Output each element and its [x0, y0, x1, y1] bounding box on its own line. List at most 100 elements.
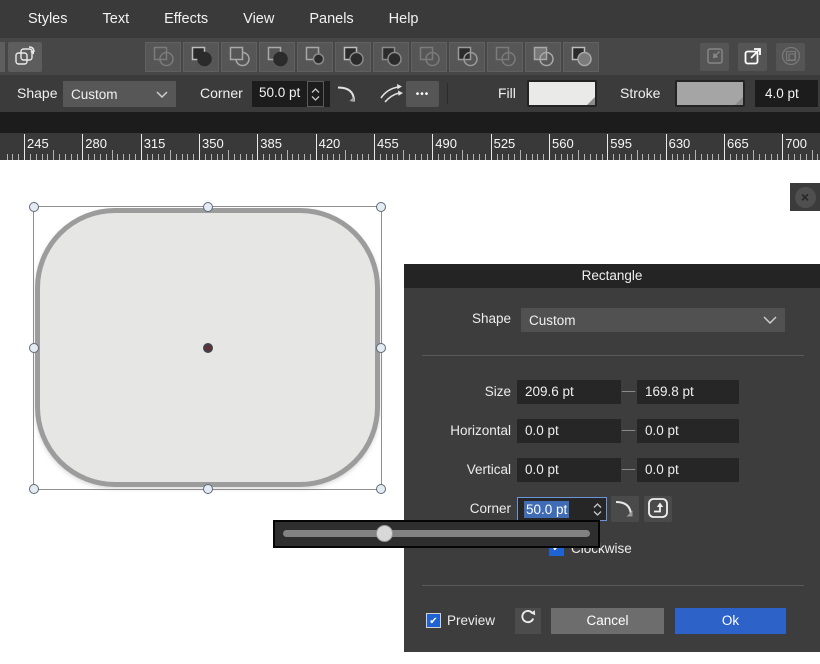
fill-label: Fill: [498, 85, 516, 101]
corner-type-button[interactable]: [611, 496, 639, 522]
context-toolbar: Shape Custom Corner 50.0 pt: [0, 75, 820, 112]
horizontal-label: Horizontal: [404, 423, 511, 438]
selection-handle[interactable]: [203, 484, 213, 494]
select-duplicates-button[interactable]: [776, 43, 805, 71]
geometry-op-3-icon: [227, 44, 251, 71]
corner-spinfield[interactable]: 50.0 pt: [252, 81, 330, 107]
dialog-title[interactable]: Rectangle: [404, 264, 820, 288]
corner-type-button[interactable]: [333, 81, 363, 107]
geometry-op-7-button[interactable]: [373, 42, 409, 72]
menubar: Styles Text Effects View Panels Help: [0, 0, 820, 38]
geometry-op-2-button[interactable]: [183, 42, 219, 72]
vertical-field-2[interactable]: 0.0 pt: [637, 458, 739, 482]
menu-panels[interactable]: Panels: [309, 11, 353, 27]
menu-view[interactable]: View: [243, 11, 274, 27]
ruler-label: 525: [494, 136, 516, 151]
close-button[interactable]: ×: [790, 183, 820, 211]
dialog-corner-field[interactable]: 50.0 pt: [517, 497, 607, 521]
dialog-shape-label: Shape: [404, 311, 511, 326]
preview-checkbox[interactable]: ✔: [426, 613, 441, 628]
menu-text[interactable]: Text: [103, 11, 130, 27]
size-field-1[interactable]: 209.6 pt: [517, 380, 621, 404]
chevron-down-icon: [763, 316, 777, 324]
shape-dropdown[interactable]: Custom: [63, 81, 176, 107]
ruler-tick: [520, 150, 521, 160]
selection-bounding-box: [33, 206, 382, 490]
geometry-op-1-button[interactable]: [145, 42, 181, 72]
ruler-tick: [607, 134, 608, 160]
dialog-shape-dropdown[interactable]: Custom: [521, 308, 785, 332]
spinner-updown-icon[interactable]: [593, 502, 602, 517]
ruler-label: 455: [377, 136, 399, 151]
edit-inside-button[interactable]: [700, 43, 729, 71]
slider-thumb[interactable]: [376, 525, 393, 542]
ruler-label: 385: [260, 136, 282, 151]
horizontal-field-2[interactable]: 0.0 pt: [637, 419, 739, 443]
stroke-width-field[interactable]: 4.0 pt: [755, 80, 818, 107]
ruler-tick: [578, 150, 579, 160]
ok-button[interactable]: Ok: [675, 608, 786, 634]
menu-effects[interactable]: Effects: [164, 11, 208, 27]
swatch-corner-icon: [735, 97, 743, 105]
ruler-tick: [403, 150, 404, 160]
selection-handle[interactable]: [376, 484, 386, 494]
geometry-op-6-button[interactable]: [335, 42, 371, 72]
duplicate-transform-button[interactable]: [8, 42, 42, 72]
chevron-down-icon: [156, 91, 168, 98]
single-corner-toggle[interactable]: [644, 496, 672, 522]
corner-label: Corner: [200, 85, 243, 101]
horizontal-ruler[interactable]: 2452803153503854204554905255605956306657…: [0, 133, 820, 160]
ruler-label: 490: [435, 136, 457, 151]
selection-handle[interactable]: [376, 343, 386, 353]
toolbar-right-buttons: [700, 43, 805, 71]
geometry-op-10-icon: [493, 44, 517, 71]
selection-handle[interactable]: [376, 202, 386, 212]
refresh-button[interactable]: [515, 608, 541, 634]
geometry-op-10-button[interactable]: [487, 42, 523, 72]
shape-center-handle[interactable]: [203, 343, 213, 353]
move-outside-button[interactable]: [738, 43, 767, 71]
spinner-updown-icon[interactable]: [307, 81, 324, 107]
geometry-op-9-button[interactable]: [449, 42, 485, 72]
ruler-label: 560: [552, 136, 574, 151]
geometry-op-6-icon: [341, 44, 365, 71]
ruler-tick: [666, 134, 667, 160]
geometry-op-3-button[interactable]: [221, 42, 257, 72]
corner-arc-icon: [613, 496, 637, 523]
ruler-tick: [782, 134, 783, 160]
vertical-field-1[interactable]: 0.0 pt: [517, 458, 621, 482]
geometry-op-4-button[interactable]: [259, 42, 295, 72]
selection-handle[interactable]: [29, 484, 39, 494]
horizontal-field-1[interactable]: 0.0 pt: [517, 419, 621, 443]
fill-swatch[interactable]: [527, 80, 597, 107]
move-outside-icon: [742, 45, 764, 70]
ruler-tick: [24, 134, 25, 160]
slider-track[interactable]: [283, 530, 590, 537]
toolbar-button-partial[interactable]: [0, 42, 5, 72]
geometry-op-12-button[interactable]: [563, 42, 599, 72]
ruler-label: 420: [319, 136, 341, 151]
size-field-2[interactable]: 169.8 pt: [637, 380, 739, 404]
selection-handle[interactable]: [29, 343, 39, 353]
selection-handle[interactable]: [203, 202, 213, 212]
ruler-label: 700: [785, 136, 807, 151]
cancel-button[interactable]: Cancel: [551, 608, 664, 634]
duplicate-transform-icon: [12, 44, 38, 71]
menu-help[interactable]: Help: [389, 11, 419, 27]
menu-styles[interactable]: Styles: [28, 11, 68, 27]
ruler-tick: [374, 134, 375, 160]
geometry-op-11-button[interactable]: [525, 42, 561, 72]
geometry-op-8-button[interactable]: [411, 42, 447, 72]
geometry-op-2-icon: [189, 44, 213, 71]
stroke-swatch[interactable]: [675, 80, 745, 107]
pair-separator: —: [620, 461, 637, 476]
geometry-op-5-button[interactable]: [297, 42, 333, 72]
ruler-tick: [82, 134, 83, 160]
ruler-tick: [287, 150, 288, 160]
more-options-button[interactable]: •••: [406, 81, 439, 107]
geometry-op-12-icon: [569, 44, 593, 71]
ruler-tick: [812, 150, 813, 160]
selection-handle[interactable]: [29, 202, 39, 212]
smooth-curve-button[interactable]: [377, 81, 405, 107]
ruler-label: 315: [144, 136, 166, 151]
